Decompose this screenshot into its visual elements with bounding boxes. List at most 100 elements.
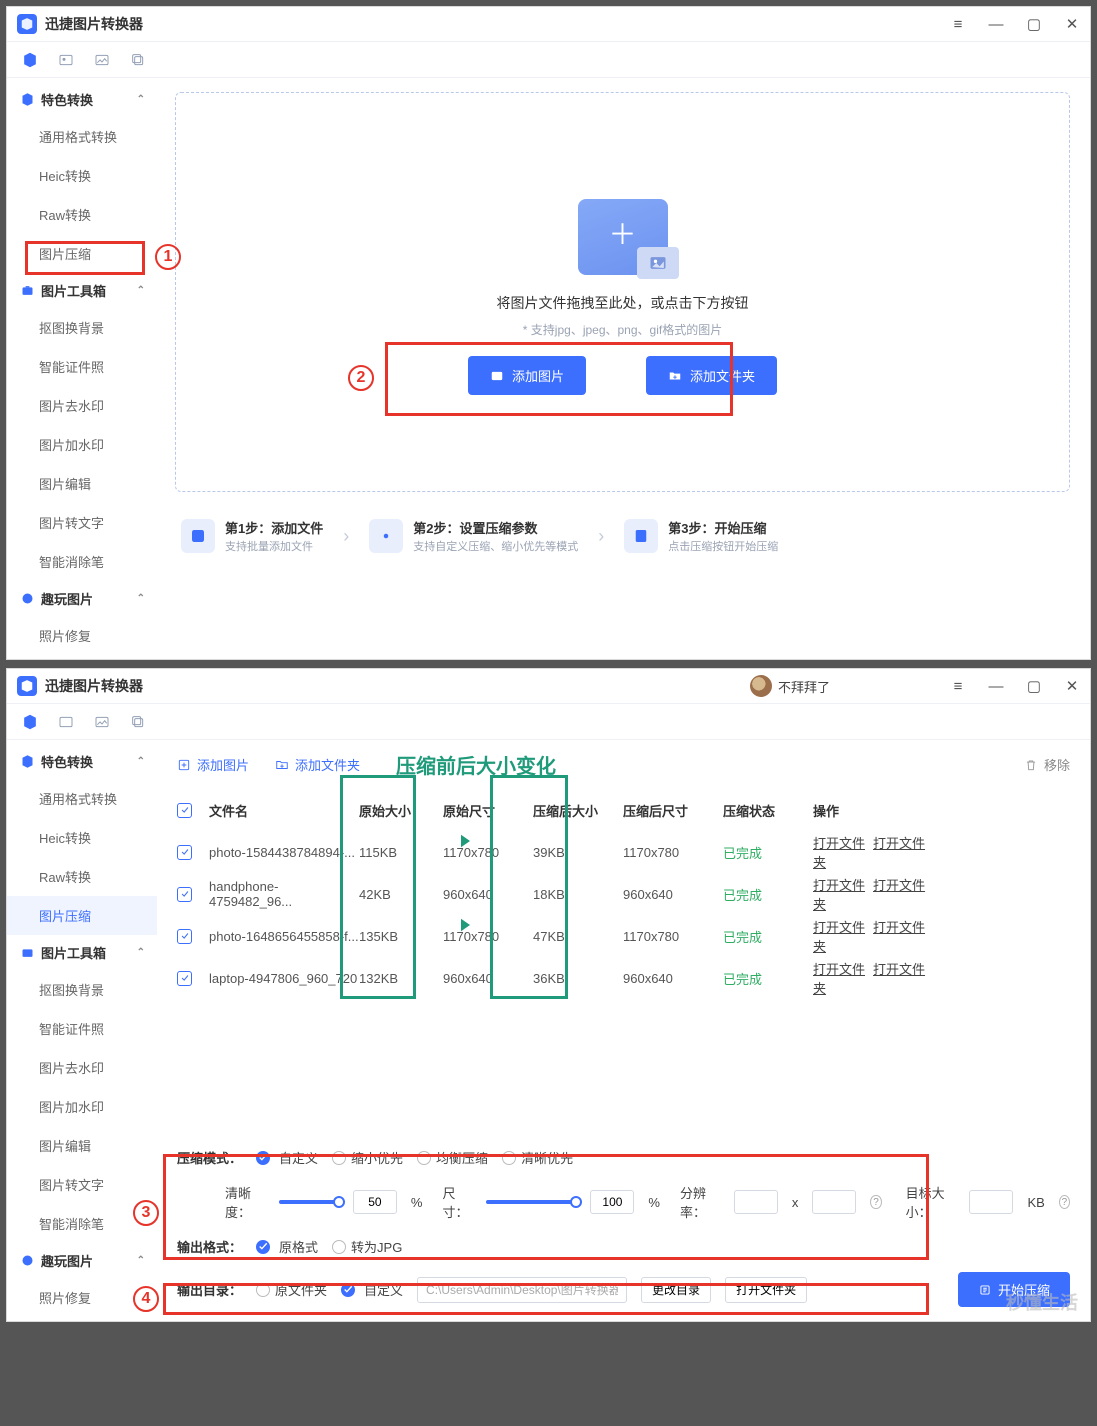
chevron-up-icon: ⌃ (137, 756, 145, 767)
sidebar-item-compress[interactable]: 图片压缩 (7, 896, 157, 935)
sidebar-item-remove-wm[interactable]: 图片去水印 (7, 1048, 157, 1087)
sidebar-item-idphoto[interactable]: 智能证件照 (7, 347, 157, 386)
outdir-orig-radio[interactable]: 原文件夹 (256, 1280, 327, 1299)
sidebar-item-idphoto[interactable]: 智能证件照 (7, 1009, 157, 1048)
toolbar-home-icon[interactable] (21, 713, 39, 731)
add-image-link[interactable]: 添加图片 (177, 755, 249, 774)
open-file-link[interactable]: 打开文件 (813, 920, 865, 935)
open-dir-button[interactable]: 打开文件夹 (725, 1277, 807, 1303)
sidebar-item-raw[interactable]: Raw转换 (7, 857, 157, 896)
step-settings-icon (369, 519, 403, 553)
toolbar-copy-icon[interactable] (129, 713, 147, 731)
toolbar-image2-icon[interactable] (93, 51, 111, 69)
toolbar-image2-icon[interactable] (93, 713, 111, 731)
size-slider[interactable] (486, 1200, 576, 1204)
clarity-slider[interactable] (279, 1200, 339, 1204)
add-folder-link[interactable]: 添加文件夹 (275, 755, 360, 774)
row-checkbox[interactable] (177, 929, 192, 944)
titlebar: 迅捷图片转换器 ≡ — ▢ ✕ (7, 7, 1090, 42)
remove-button[interactable]: 移除 (1024, 755, 1070, 774)
sidebar-item-heic[interactable]: Heic转换 (7, 156, 157, 195)
table-row: photo-1584438784894-...115KB1170x78039KB… (177, 831, 1070, 873)
mode-quality-radio[interactable]: 清晰优先 (502, 1148, 573, 1167)
sidebar-item-heic[interactable]: Heic转换 (7, 818, 157, 857)
toolbar-image-icon[interactable] (57, 713, 75, 731)
mode-balanced-radio[interactable]: 均衡压缩 (417, 1148, 488, 1167)
sidebar-item-eraser[interactable]: 智能消除笔 (7, 1204, 157, 1243)
sidebar-item-restore[interactable]: 照片修复 (7, 616, 157, 655)
menu-icon[interactable]: ≡ (950, 678, 966, 694)
minimize-icon[interactable]: — (988, 16, 1004, 32)
sidebar-item-ocr[interactable]: 图片转文字 (7, 503, 157, 542)
sidebar-item-cutout[interactable]: 抠图换背景 (7, 308, 157, 347)
sidebar-section-toolbox[interactable]: 图片工具箱⌃ (7, 935, 157, 970)
sidebar-item-restore[interactable]: 照片修复 (7, 1278, 157, 1317)
toolbar-image-icon[interactable] (57, 51, 75, 69)
sidebar-item-cutout[interactable]: 抠图换背景 (7, 970, 157, 1009)
help-icon[interactable]: ? (1059, 1195, 1070, 1209)
open-file-link[interactable]: 打开文件 (813, 836, 865, 851)
sidebar-section-special[interactable]: 特色转换⌃ (7, 744, 157, 779)
maximize-icon[interactable]: ▢ (1026, 678, 1042, 694)
sidebar-item-compress[interactable]: 图片压缩 (7, 234, 157, 273)
sidebar-section-fun[interactable]: 趣玩图片⌃ (7, 581, 157, 616)
res-h-input[interactable] (812, 1190, 856, 1214)
table-row: handphone-4759482_96...42KB960x64018KB96… (177, 873, 1070, 915)
toolbar-home-icon[interactable] (21, 51, 39, 69)
clarity-input[interactable] (353, 1190, 397, 1214)
user-profile[interactable]: 不拜拜了 (750, 675, 830, 697)
target-size-input[interactable] (969, 1190, 1013, 1214)
outfmt-jpg-radio[interactable]: 转为JPG (332, 1237, 402, 1256)
maximize-icon[interactable]: ▢ (1026, 16, 1042, 32)
sidebar-section-special[interactable]: 特色转换⌃ (7, 82, 157, 117)
sidebar-item-eraser[interactable]: 智能消除笔 (7, 542, 157, 581)
outdir-path-input[interactable] (417, 1277, 627, 1303)
sidebar-item-add-wm[interactable]: 图片加水印 (7, 1087, 157, 1126)
outfmt-orig-radio[interactable]: 原格式 (256, 1237, 318, 1256)
chevron-up-icon: ⌃ (137, 593, 145, 604)
open-file-link[interactable]: 打开文件 (813, 962, 865, 977)
sidebar-item-raw[interactable]: Raw转换 (7, 195, 157, 234)
chevron-up-icon: ⌃ (137, 1255, 145, 1266)
sidebar-item-general[interactable]: 通用格式转换 (7, 117, 157, 156)
sidebar: 特色转换⌃ 通用格式转换 Heic转换 Raw转换 图片压缩 图片工具箱⌃ 抠图… (7, 740, 157, 1321)
select-all-checkbox[interactable] (177, 803, 192, 818)
sidebar-item-remove-wm[interactable]: 图片去水印 (7, 386, 157, 425)
outfmt-label: 输出格式： (177, 1237, 242, 1256)
change-dir-button[interactable]: 更改目录 (641, 1277, 711, 1303)
dropzone[interactable]: ＋ 将图片文件拖拽至此处，或点击下方按钮 * 支持jpg、jpeg、png、gi… (175, 92, 1070, 492)
file-table: 文件名 原始大小 原始尺寸 压缩后大小 压缩后尺寸 压缩状态 操作 photo-… (157, 789, 1090, 999)
row-checkbox[interactable] (177, 845, 192, 860)
res-w-input[interactable] (734, 1190, 778, 1214)
content-toolbar: 添加图片 添加文件夹 压缩前后大小变化 移除 (157, 740, 1090, 789)
menu-icon[interactable]: ≡ (950, 16, 966, 32)
chevron-right-icon: › (343, 526, 349, 547)
open-file-link[interactable]: 打开文件 (813, 878, 865, 893)
sidebar-item-general[interactable]: 通用格式转换 (7, 779, 157, 818)
sidebar-item-ocr[interactable]: 图片转文字 (7, 1165, 157, 1204)
close-icon[interactable]: ✕ (1064, 16, 1080, 32)
step-3: 第3步：开始压缩点击压缩按钮开始压缩 (624, 518, 778, 554)
add-image-button[interactable]: 添加图片 (468, 356, 586, 395)
mode-shrink-radio[interactable]: 缩小优先 (332, 1148, 403, 1167)
sidebar-section-toolbox[interactable]: 图片工具箱⌃ (7, 273, 157, 308)
target-label: 目标大小： (906, 1183, 956, 1221)
toolbar-copy-icon[interactable] (129, 51, 147, 69)
help-icon[interactable]: ? (870, 1195, 881, 1209)
sidebar-section-fun[interactable]: 趣玩图片⌃ (7, 1243, 157, 1278)
sidebar-item-add-wm[interactable]: 图片加水印 (7, 425, 157, 464)
mode-custom-radio[interactable]: 自定义 (256, 1148, 318, 1167)
app-logo-icon (17, 676, 37, 696)
row-checkbox[interactable] (177, 971, 192, 986)
size-label: 尺寸： (442, 1183, 472, 1221)
minimize-icon[interactable]: — (988, 678, 1004, 694)
step-1: 第1步：添加文件支持批量添加文件 (181, 518, 323, 554)
add-folder-button[interactable]: 添加文件夹 (646, 356, 777, 395)
close-icon[interactable]: ✕ (1064, 678, 1080, 694)
annotation-title: 压缩前后大小变化 (396, 750, 556, 779)
row-checkbox[interactable] (177, 887, 192, 902)
sidebar-item-edit[interactable]: 图片编辑 (7, 1126, 157, 1165)
outdir-custom-radio[interactable]: 自定义 (341, 1280, 403, 1299)
size-input[interactable] (590, 1190, 634, 1214)
sidebar-item-edit[interactable]: 图片编辑 (7, 464, 157, 503)
